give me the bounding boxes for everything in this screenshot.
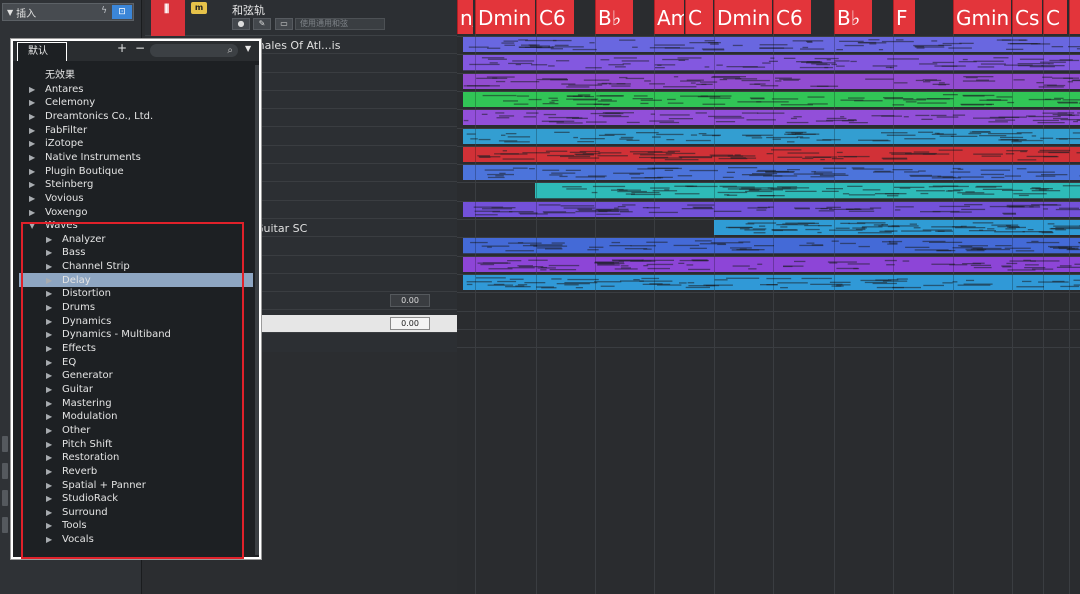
plugin-tree-label: FabFilter xyxy=(45,124,88,136)
plugin-tree-label: 无效果 xyxy=(45,70,75,81)
search-icon: ⌕ xyxy=(227,45,233,56)
midi-part[interactable] xyxy=(463,183,1080,199)
midi-part[interactable] xyxy=(463,165,1080,181)
bar-line xyxy=(1012,0,1013,594)
chord-event[interactable]: n/ xyxy=(457,0,473,34)
chord-event[interactable]: B♭ xyxy=(834,0,872,34)
bar-line xyxy=(1069,0,1070,594)
plugin-tree-label: Celemony xyxy=(45,97,96,109)
side-tab[interactable] xyxy=(2,463,8,479)
collapsed-arrow-icon[interactable]: ▶ xyxy=(29,178,35,191)
chord-event[interactable]: Gmin xyxy=(953,0,1011,34)
keyboard-icon[interactable]: ▭ xyxy=(275,18,293,30)
side-tab[interactable] xyxy=(2,490,8,506)
lane-divider xyxy=(457,292,1080,294)
collapse-arrow-icon[interactable]: ▼ xyxy=(7,8,13,17)
chord-track-name[interactable]: 和弦轨 xyxy=(232,2,265,18)
chord-mode-field[interactable]: 使用通用和弦 xyxy=(295,18,385,30)
plugin-browser-popup: 默认 + − ⌕ ▼ 无效果 ▶ Antares ▶ Celemony ▶ Dreamton… xyxy=(10,38,262,560)
collapsed-arrow-icon[interactable]: ▶ xyxy=(29,192,35,205)
chord-event[interactable] xyxy=(1069,0,1080,34)
highlight-box xyxy=(21,222,244,559)
bar-line xyxy=(953,0,954,594)
midi-part[interactable] xyxy=(463,55,1080,71)
plugin-browser-body: 默认 + − ⌕ ▼ 无效果 ▶ Antares ▶ Celemony ▶ Dreamton… xyxy=(13,41,259,559)
bar-line xyxy=(893,0,894,594)
bar-line xyxy=(595,0,596,594)
collapsed-arrow-icon[interactable]: ▶ xyxy=(29,96,35,109)
bar-line xyxy=(654,0,655,594)
insert-slot-header[interactable]: ▼ 插入 ϟ ⊡ xyxy=(2,3,134,21)
chord-event[interactable]: B♭ xyxy=(595,0,633,34)
plugin-tree-label: Vovious xyxy=(45,192,84,204)
remove-folder-button[interactable]: − xyxy=(135,41,145,55)
lane-divider xyxy=(457,347,1080,349)
chord-event[interactable]: Dmin xyxy=(475,0,535,34)
bar-line xyxy=(475,0,476,594)
arrange-window[interactable]: n/DminC6B♭AmCDminC6B♭FGminCsC xyxy=(457,0,1080,594)
plugin-tree-label: Plugin Boutique xyxy=(45,165,124,177)
midi-part[interactable] xyxy=(463,256,1080,272)
options-dropdown-button[interactable]: ▼ xyxy=(245,44,251,53)
collapsed-arrow-icon[interactable]: ▶ xyxy=(29,110,35,123)
edit-button[interactable]: ✎ xyxy=(253,18,271,30)
plugin-tree-label: Steinberg xyxy=(45,179,94,191)
collapsed-arrow-icon[interactable]: ▶ xyxy=(29,206,35,219)
midi-part[interactable] xyxy=(463,220,1080,236)
scrollbar[interactable] xyxy=(255,65,259,555)
midi-part[interactable] xyxy=(463,274,1080,291)
lane-divider xyxy=(457,328,1080,330)
collapsed-arrow-icon[interactable]: ▶ xyxy=(29,137,35,150)
mute-button[interactable]: m xyxy=(191,2,207,14)
chord-event[interactable]: Dmin xyxy=(714,0,772,34)
midi-part[interactable] xyxy=(463,146,1080,163)
midi-part[interactable] xyxy=(463,238,1080,254)
midi-part[interactable] xyxy=(463,201,1080,217)
plugin-tree-label: Voxengo xyxy=(45,206,88,218)
bar-line xyxy=(1043,0,1044,594)
chord-event[interactable]: C6 xyxy=(773,0,811,34)
collapsed-arrow-icon[interactable]: ▶ xyxy=(29,124,35,137)
midi-part[interactable] xyxy=(463,91,1080,108)
plugin-tree-label: iZotope xyxy=(45,138,84,150)
side-tab[interactable] xyxy=(2,517,8,533)
chord-event[interactable]: Am xyxy=(654,0,684,34)
track-value-field[interactable]: 0.00 xyxy=(390,316,430,330)
midi-part[interactable] xyxy=(463,110,1080,126)
add-folder-button[interactable]: + xyxy=(117,41,127,55)
chord-event[interactable]: C xyxy=(685,0,713,34)
chord-track-icon: ⦀ xyxy=(151,0,185,36)
bar-line xyxy=(773,0,774,594)
chord-event[interactable]: C xyxy=(1043,0,1067,34)
chord-glyph-icon: ⦀ xyxy=(164,2,170,16)
routing-icon[interactable]: ⊡ xyxy=(112,5,132,19)
bar-line xyxy=(834,0,835,594)
side-tab[interactable] xyxy=(2,436,8,452)
search-input[interactable]: ⌕ xyxy=(150,44,238,57)
bar-line xyxy=(714,0,715,594)
midi-part[interactable] xyxy=(463,73,1080,89)
midi-part[interactable] xyxy=(463,37,1080,53)
track-value-field[interactable]: 0.00 xyxy=(390,294,430,308)
plugin-tree-label: Dreamtonics Co., Ltd. xyxy=(45,110,154,122)
lane-divider xyxy=(457,310,1080,312)
record-button[interactable]: ● xyxy=(232,18,250,30)
collapsed-arrow-icon[interactable]: ▶ xyxy=(29,151,35,164)
midi-part[interactable] xyxy=(463,128,1080,144)
bypass-icon[interactable]: ϟ xyxy=(101,6,107,16)
plugin-browser-header: 默认 + − ⌕ ▼ xyxy=(13,41,259,61)
plugin-tree-label: Antares xyxy=(45,83,84,95)
tab-default[interactable]: 默认 xyxy=(17,42,67,61)
chord-event[interactable]: F xyxy=(893,0,915,34)
track-name: Guitar SC xyxy=(255,222,308,235)
insert-label: 插入 xyxy=(16,8,37,20)
collapsed-arrow-icon[interactable]: ▶ xyxy=(29,165,35,178)
chord-track-header[interactable]: ⦀ m 和弦轨 ● ✎ ▭ 使用通用和弦 xyxy=(145,0,457,36)
chord-event[interactable]: C6 xyxy=(536,0,574,34)
collapsed-arrow-icon[interactable]: ▶ xyxy=(29,83,35,96)
bar-line xyxy=(536,0,537,594)
plugin-tree-label: Native Instruments xyxy=(45,151,141,163)
chord-event[interactable]: Cs xyxy=(1012,0,1042,34)
